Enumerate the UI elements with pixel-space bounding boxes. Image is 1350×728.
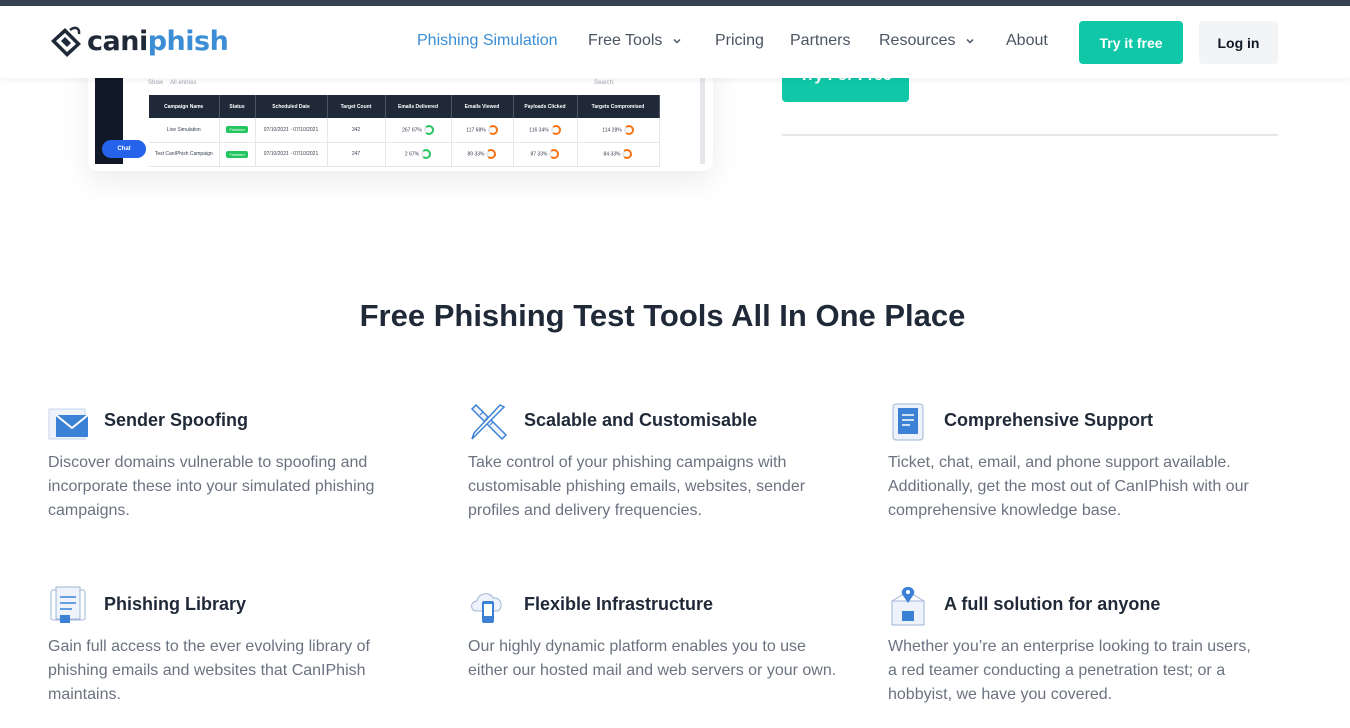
feature-title: A full solution for anyone <box>944 594 1161 614</box>
mock-pct: 33% <box>537 151 548 158</box>
nav-label: Pricing <box>715 32 764 49</box>
mock-pct: 33% <box>474 151 485 158</box>
logo[interactable]: caniphish <box>48 24 229 60</box>
section-title: Free Phishing Test Tools All In One Plac… <box>359 298 966 333</box>
site-header: caniphish Phishing Simulation Free Tools… <box>0 6 1350 78</box>
logo-text-part2: phish <box>147 26 229 57</box>
mock-pct: 34% <box>538 127 549 134</box>
mock-col: Emails Delivered <box>385 95 452 118</box>
mock-pct: 67% <box>411 127 422 134</box>
mock-col: Target Count <box>327 95 386 118</box>
mock-col: Emails Viewed <box>451 95 514 118</box>
mock-col: Campaign Name <box>149 95 220 118</box>
mock-col: Status <box>219 95 256 118</box>
feature-description: Ticket, chat, email, and phone support a… <box>888 454 1249 519</box>
feature-description: Gain full access to the ever evolving li… <box>48 638 370 703</box>
progress-ring-icon <box>623 124 634 135</box>
mock-pct: 33% <box>610 151 621 158</box>
feature-title: Flexible Infrastructure <box>524 594 714 614</box>
nav-label: Free Tools <box>588 32 663 49</box>
chat-bubble: Chat <box>102 140 146 158</box>
mock-pct: 68% <box>475 127 486 134</box>
mock-cell: 267 <box>402 127 411 134</box>
mock-cell: 342 <box>327 118 386 143</box>
mock-entries-label: All entries <box>170 80 197 86</box>
feature-description: Take control of your phishing campaigns … <box>468 454 806 519</box>
logo-text-part1: cani <box>87 26 148 57</box>
mock-cell: 07/10/2021 - 07/10/2021 <box>255 142 328 167</box>
nav-label: Partners <box>790 32 851 49</box>
mock-cell: 07/10/2021 - 07/10/2021 <box>255 118 328 143</box>
log-in-button[interactable]: Log in <box>1199 21 1278 64</box>
pencil-ruler-icon <box>470 403 508 441</box>
mock-col: Payloads Clicked <box>513 95 578 118</box>
mock-cell: 87 <box>530 151 537 158</box>
mock-cell: 117 <box>466 127 475 134</box>
mock-col: Scheduled Date <box>255 95 328 118</box>
mock-col: Targets Compromised <box>577 95 660 118</box>
mock-pct: 28% <box>611 127 622 134</box>
library-icon <box>50 586 86 623</box>
feature-title: Phishing Library <box>104 594 247 614</box>
chevron-down-icon <box>966 38 975 44</box>
progress-ring-icon <box>549 149 560 159</box>
mock-cell: 89 <box>467 151 474 158</box>
feature-description: Our highly dynamic platform enables you … <box>468 638 837 679</box>
feature-description: Discover domains vulnerable to spoofing … <box>48 454 375 519</box>
logo-text: caniphish <box>87 24 229 60</box>
feature-title: Comprehensive Support <box>944 410 1154 430</box>
mock-show-label: Show <box>148 80 164 86</box>
mock-cell: Test CanIPhish Campaign <box>149 142 220 167</box>
feature-description: Whether you’re an enterprise looking to … <box>888 638 1251 703</box>
mock-cell: 114 <box>602 127 611 134</box>
progress-ring-icon <box>487 124 498 135</box>
mock-cell: 247 <box>327 142 386 167</box>
mock-table-row: Live Simulation Finished 07/10/2021 - 07… <box>149 118 660 143</box>
progress-ring-icon <box>550 124 561 135</box>
package-location-icon <box>891 587 925 626</box>
mock-status-badge: Finished <box>226 150 248 158</box>
mock-pct: 67% <box>409 151 420 158</box>
nav-label: Resources <box>879 32 956 49</box>
nav-pricing[interactable]: Pricing <box>715 32 764 50</box>
mock-cell: Live Simulation <box>149 118 220 143</box>
feature-title: Sender Spoofing <box>104 410 248 430</box>
try-it-free-button[interactable]: Try it free <box>1079 21 1183 64</box>
nav-resources[interactable]: Resources <box>879 32 975 50</box>
mock-search-label: Search: <box>594 80 615 86</box>
mock-status-badge: Finished <box>226 126 248 134</box>
mock-campaign-table: Campaign Name Status Scheduled Date Targ… <box>149 95 660 167</box>
progress-ring-icon <box>421 149 432 159</box>
mock-cell: 84 <box>603 151 610 158</box>
nav-partners[interactable]: Partners <box>790 32 850 50</box>
nav-free-tools[interactable]: Free Tools <box>588 32 682 50</box>
progress-ring-icon <box>622 149 633 159</box>
nav-label: About <box>1006 32 1048 49</box>
progress-ring-icon <box>486 149 497 159</box>
nav-phishing-simulation[interactable]: Phishing Simulation <box>417 32 558 50</box>
progress-ring-icon <box>423 124 434 135</box>
mock-cell: 116 <box>529 127 538 134</box>
chevron-down-icon <box>673 38 681 44</box>
nav-about[interactable]: About <box>1006 32 1048 50</box>
nav-label: Phishing Simulation <box>417 32 558 49</box>
envelope-icon <box>48 408 89 440</box>
feature-title: Scalable and Customisable <box>524 410 758 430</box>
mock-cell: 2 <box>404 151 408 158</box>
document-icon <box>892 403 924 441</box>
chat-label: Chat <box>117 146 131 152</box>
logo-fish-hook-icon <box>51 26 81 57</box>
hero-divider <box>782 134 1278 136</box>
mock-table-row: Test CanIPhish Campaign Finished 07/10/2… <box>149 142 660 167</box>
cloud-device-icon <box>471 593 502 623</box>
